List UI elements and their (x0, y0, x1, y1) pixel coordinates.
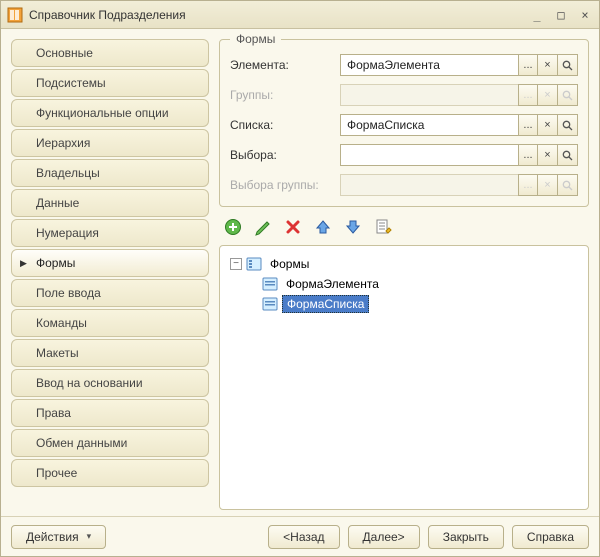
move-down-icon[interactable] (343, 217, 363, 237)
row-group-choice: Выбора группы: ... × (230, 174, 578, 196)
select-button[interactable]: ... (518, 114, 538, 136)
tree-toggle-icon[interactable]: − (230, 258, 242, 270)
sidebar-item-label: Прочее (36, 466, 77, 480)
sidebar-item-functional-options[interactable]: Функциональные опции (11, 99, 209, 127)
forms-group-title: Формы (230, 32, 281, 46)
sidebar-item-label: Макеты (36, 346, 79, 360)
body: Основные Подсистемы Функциональные опции… (1, 29, 599, 516)
sidebar-item-label: Нумерация (36, 226, 99, 240)
sidebar-item-label: Функциональные опции (36, 106, 169, 120)
window: Справочник Подразделения _ □ × Основные … (0, 0, 600, 557)
sidebar-item-label: Обмен данными (36, 436, 127, 450)
input-group-choice (340, 174, 518, 196)
clear-button: × (538, 84, 558, 106)
delete-icon[interactable] (283, 217, 303, 237)
open-button (558, 174, 578, 196)
input-group (340, 84, 518, 106)
forms-toolbar (219, 207, 589, 243)
open-button (558, 84, 578, 106)
tree-item-label: ФормаСписка (282, 295, 369, 313)
select-button[interactable]: ... (518, 144, 538, 166)
tree-item-label: ФормаЭлемента (282, 276, 383, 292)
label-group: Группы: (230, 88, 340, 102)
open-button[interactable] (558, 144, 578, 166)
sidebar-item-forms[interactable]: Формы (11, 249, 209, 277)
help-button[interactable]: Справка (512, 525, 589, 549)
actions-button[interactable]: Действия (11, 525, 106, 549)
sidebar-item-input-by-basis[interactable]: Ввод на основании (11, 369, 209, 397)
open-button[interactable] (558, 114, 578, 136)
select-button[interactable]: ... (518, 54, 538, 76)
sidebar-item-data-exchange[interactable]: Обмен данными (11, 429, 209, 457)
main-panel: Формы Элемента: ... × Группы: (219, 39, 589, 510)
sidebar-item-label: Подсистемы (36, 76, 106, 90)
sidebar-item-input-field[interactable]: Поле ввода (11, 279, 209, 307)
sidebar-item-commands[interactable]: Команды (11, 309, 209, 337)
sidebar-item-layouts[interactable]: Макеты (11, 339, 209, 367)
close-button[interactable]: × (577, 7, 593, 23)
select-button: ... (518, 174, 538, 196)
sidebar: Основные Подсистемы Функциональные опции… (11, 39, 209, 510)
sidebar-item-subsystems[interactable]: Подсистемы (11, 69, 209, 97)
tree-item[interactable]: ФормаЭлемента (226, 274, 582, 294)
tree-root-label: Формы (266, 256, 313, 272)
edit-icon[interactable] (253, 217, 273, 237)
back-button[interactable]: <Назад (268, 525, 339, 549)
form-rows: Элемента: ... × Группы: ... (230, 54, 578, 196)
clear-button[interactable]: × (538, 114, 558, 136)
sidebar-item-other[interactable]: Прочее (11, 459, 209, 487)
minimize-button[interactable]: _ (529, 7, 545, 23)
sidebar-item-owners[interactable]: Владельцы (11, 159, 209, 187)
form-icon (262, 296, 278, 312)
row-list: Списка: ... × (230, 114, 578, 136)
sidebar-item-main[interactable]: Основные (11, 39, 209, 67)
row-element: Элемента: ... × (230, 54, 578, 76)
close-button[interactable]: Закрыть (428, 525, 504, 549)
form-icon (262, 276, 278, 292)
folder-icon (246, 256, 262, 272)
input-choice[interactable] (340, 144, 518, 166)
app-icon (7, 7, 23, 23)
select-button: ... (518, 84, 538, 106)
sidebar-item-label: Иерархия (36, 136, 90, 150)
sidebar-item-label: Формы (36, 256, 75, 270)
label-list: Списка: (230, 118, 340, 132)
sidebar-item-hierarchy[interactable]: Иерархия (11, 129, 209, 157)
clear-button: × (538, 174, 558, 196)
label-element: Элемента: (230, 58, 340, 72)
clear-button[interactable]: × (538, 54, 558, 76)
tree-root-row[interactable]: − Формы (226, 254, 582, 274)
input-element[interactable] (340, 54, 518, 76)
move-up-icon[interactable] (313, 217, 333, 237)
next-button[interactable]: Далее> (348, 525, 420, 549)
properties-icon[interactable] (373, 217, 393, 237)
row-choice: Выбора: ... × (230, 144, 578, 166)
sidebar-item-label: Ввод на основании (36, 376, 143, 390)
window-title: Справочник Подразделения (29, 8, 529, 22)
sidebar-item-data[interactable]: Данные (11, 189, 209, 217)
sidebar-item-label: Основные (36, 46, 93, 60)
forms-tree: − Формы ФормаЭлемента ФормаСп (219, 245, 589, 510)
add-icon[interactable] (223, 217, 243, 237)
clear-button[interactable]: × (538, 144, 558, 166)
label-choice: Выбора: (230, 148, 340, 162)
titlebar: Справочник Подразделения _ □ × (1, 1, 599, 29)
window-controls: _ □ × (529, 7, 593, 23)
footer: Действия <Назад Далее> Закрыть Справка (1, 516, 599, 556)
sidebar-item-label: Владельцы (36, 166, 100, 180)
sidebar-item-rights[interactable]: Права (11, 399, 209, 427)
row-group: Группы: ... × (230, 84, 578, 106)
sidebar-item-numbering[interactable]: Нумерация (11, 219, 209, 247)
input-list[interactable] (340, 114, 518, 136)
sidebar-item-label: Поле ввода (36, 286, 101, 300)
tree-item[interactable]: ФормаСписка (226, 294, 582, 314)
sidebar-item-label: Команды (36, 316, 87, 330)
open-button[interactable] (558, 54, 578, 76)
sidebar-item-label: Данные (36, 196, 79, 210)
label-group-choice: Выбора группы: (230, 178, 340, 192)
sidebar-item-label: Права (36, 406, 71, 420)
maximize-button[interactable]: □ (553, 7, 569, 23)
forms-group: Формы Элемента: ... × Группы: (219, 39, 589, 207)
